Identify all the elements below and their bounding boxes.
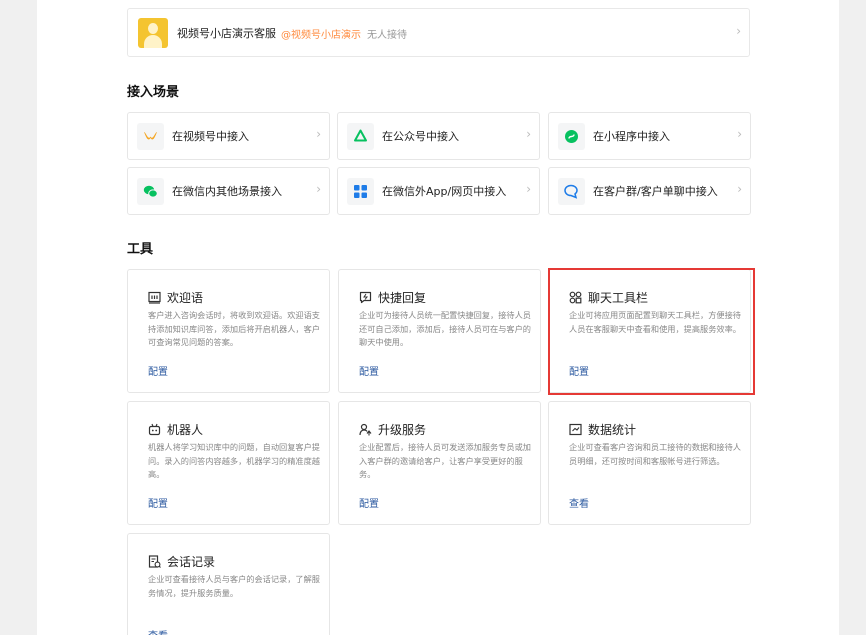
tools-section-title: 工具	[127, 242, 154, 257]
tool-description: 企业可查看接待人员与客户的会话记录，了解服务情况，提升服务质量。	[148, 574, 320, 598]
tool-title: 快捷回复	[378, 291, 427, 305]
tool-description: 企业可为接待人员统一配置快捷回复，接待人员还可自己添加，添加后，接待人员可在与客…	[359, 310, 531, 347]
view-link[interactable]: 查看	[569, 495, 589, 510]
tool-robot: 机器人 机器人将学习知识库中的问题，自动回复客户提问。录入的问答内容越多，机器学…	[127, 401, 330, 525]
scene-label: 在微信外App/网页中接入	[382, 185, 507, 198]
channels-icon	[137, 123, 164, 150]
configure-link[interactable]: 配置	[148, 495, 168, 510]
chat-record-icon	[148, 555, 161, 568]
welcome-icon	[148, 291, 161, 304]
chevron-right-icon: ›	[737, 127, 742, 141]
tool-description: 企业可查看客户咨询和员工接待的数据和接待人员明细，还可按时间和客服帐号进行筛选。	[569, 442, 741, 466]
chevron-right-icon: ›	[316, 127, 321, 141]
tool-title: 欢迎语	[167, 291, 204, 305]
avatar	[138, 18, 168, 48]
tool-description: 机器人将学习知识库中的问题，自动回复客户提问。录入的问答内容越多，机器学习的精准…	[148, 442, 320, 479]
scene-official-account[interactable]: 在公众号中接入 ›	[337, 112, 540, 160]
chevron-right-icon: ›	[526, 127, 531, 141]
chevron-right-icon: ›	[736, 24, 741, 38]
scene-label: 在公众号中接入	[382, 130, 459, 143]
scene-label: 在客户群/客户单聊中接入	[593, 185, 718, 198]
tool-quick-reply: 快捷回复 企业可为接待人员统一配置快捷回复，接待人员还可自己添加，添加后，接待人…	[338, 269, 541, 393]
scene-app-web[interactable]: 在微信外App/网页中接入 ›	[337, 167, 540, 215]
scene-channels[interactable]: 在视频号中接入 ›	[127, 112, 330, 160]
tool-title: 机器人	[167, 423, 204, 437]
tool-title: 数据统计	[588, 423, 637, 437]
account-status: 无人接待	[367, 30, 407, 41]
scene-label: 在视频号中接入	[172, 130, 249, 143]
scene-label: 在微信内其他场景接入	[172, 185, 282, 198]
wechat-icon	[137, 178, 164, 205]
tool-description: 客户进入咨询会话时，将收到欢迎语。欢迎语支持添加知识库问答，添加后将开启机器人，…	[148, 310, 320, 347]
statistics-icon	[569, 423, 582, 436]
account-name: 视频号小店演示客服	[177, 27, 276, 40]
official-account-icon	[347, 123, 374, 150]
tool-upgrade-service: 升级服务 企业配置后，接待人员可发送添加服务专员或加入客户群的邀请给客户，让客户…	[338, 401, 541, 525]
configure-link[interactable]: 配置	[359, 495, 379, 510]
scenes-section-title: 接入场景	[127, 85, 180, 100]
scene-label: 在小程序中接入	[593, 130, 670, 143]
account-card[interactable]: 视频号小店演示客服 @视频号小店演示 无人接待 ›	[127, 8, 750, 57]
chevron-right-icon: ›	[526, 182, 531, 196]
upgrade-service-icon	[359, 423, 372, 436]
chat-bubble-icon	[558, 178, 585, 205]
tool-description: 企业配置后，接待人员可发送添加服务专员或加入客户群的邀请给客户，让客户享受更好的…	[359, 442, 531, 479]
scene-customer-group[interactable]: 在客户群/客户单聊中接入 ›	[548, 167, 751, 215]
mini-program-icon	[558, 123, 585, 150]
robot-icon	[148, 423, 161, 436]
configure-link[interactable]: 配置	[359, 363, 379, 378]
tool-statistics: 数据统计 企业可查看客户咨询和员工接待的数据和接待人员明细，还可按时间和客服帐号…	[548, 401, 751, 525]
configure-link[interactable]: 配置	[148, 363, 168, 378]
tool-title: 会话记录	[167, 555, 216, 569]
scene-wechat-other[interactable]: 在微信内其他场景接入 ›	[127, 167, 330, 215]
tool-title: 升级服务	[378, 423, 427, 437]
quick-reply-icon	[359, 291, 372, 304]
scene-mini-program[interactable]: 在小程序中接入 ›	[548, 112, 751, 160]
chevron-right-icon: ›	[316, 182, 321, 196]
view-link[interactable]: 查看	[148, 627, 168, 635]
highlight-box	[548, 268, 755, 395]
tool-welcome: 欢迎语 客户进入咨询会话时，将收到欢迎语。欢迎语支持添加知识库问答，添加后将开启…	[127, 269, 330, 393]
account-handle: @视频号小店演示	[281, 30, 361, 41]
app-grid-icon	[347, 178, 374, 205]
chevron-right-icon: ›	[737, 182, 742, 196]
tool-chat-record: 会话记录 企业可查看接待人员与客户的会话记录，了解服务情况，提升服务质量。 查看	[127, 533, 330, 635]
